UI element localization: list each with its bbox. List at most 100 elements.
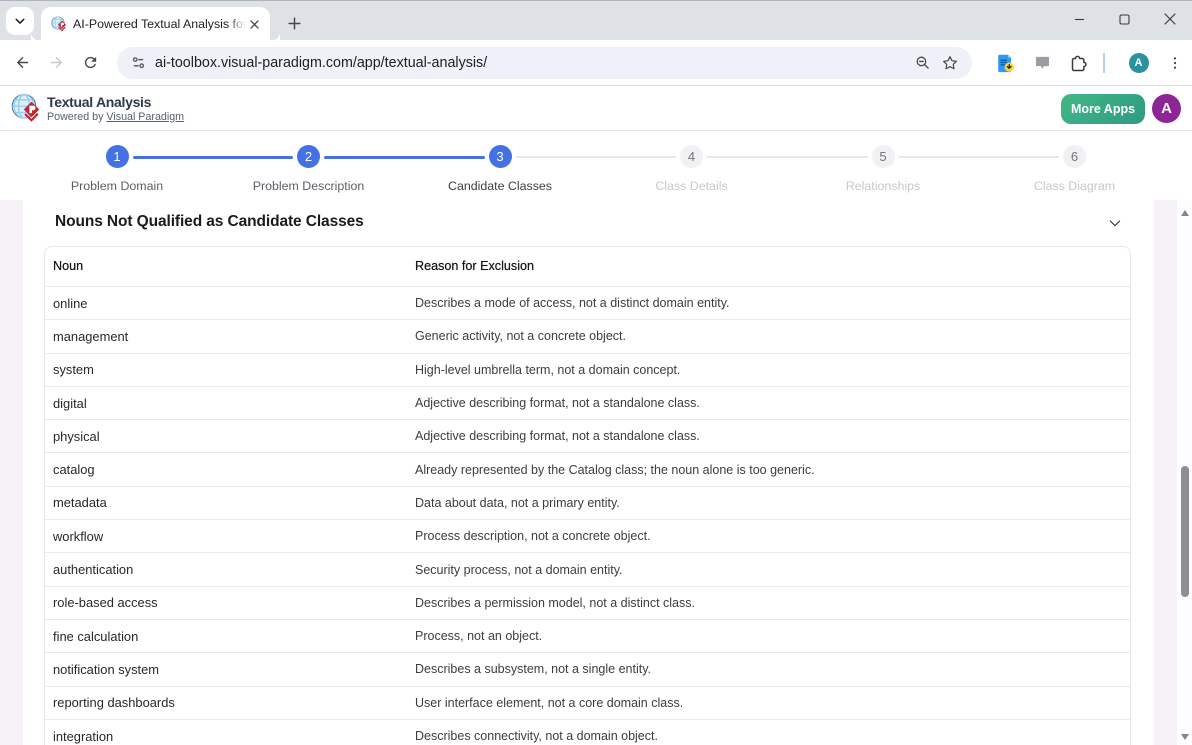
- tab-title: AI-Powered Textual Analysis for: [73, 17, 246, 31]
- browser-tab-strip: AI-Powered Textual Analysis for: [0, 0, 1192, 40]
- close-window-icon: [1164, 13, 1176, 25]
- table-row: metadataData about data, not a primary e…: [44, 487, 1131, 520]
- scrollbar-up-arrow[interactable]: [1181, 210, 1189, 216]
- scrollbar-down-arrow[interactable]: [1181, 734, 1189, 740]
- wizard-stepper: 1Problem Domain2Problem Description3Cand…: [0, 131, 1192, 200]
- new-tab-button[interactable]: [280, 9, 308, 37]
- visual-paradigm-favicon: [51, 16, 67, 32]
- app-user-avatar[interactable]: A: [1152, 94, 1181, 123]
- step-label-1: Problem Domain: [71, 179, 163, 193]
- content-card: Nouns Not Qualified as Candidate Classes…: [23, 200, 1154, 745]
- page-content: Nouns Not Qualified as Candidate Classes…: [0, 200, 1192, 745]
- extensions-puzzle-icon[interactable]: [1063, 48, 1093, 78]
- step-label-4: Class Details: [655, 179, 727, 193]
- noun-cell: authentication: [44, 553, 406, 586]
- app-title: Textual Analysis: [47, 94, 184, 110]
- tab-close-icon[interactable]: [246, 16, 262, 32]
- step-label-6: Class Diagram: [1034, 179, 1115, 193]
- table-header-row: Noun Reason for Exclusion: [44, 246, 1131, 287]
- reason-cell: Data about data, not a primary entity.: [406, 487, 1131, 520]
- noun-cell: metadata: [44, 487, 406, 520]
- section-collapse-chevron-icon[interactable]: [1108, 216, 1122, 230]
- table-row: managementGeneric activity, not a concre…: [44, 320, 1131, 353]
- column-header-reason: Reason for Exclusion: [406, 246, 1131, 287]
- noun-cell: system: [44, 354, 406, 387]
- reason-cell: Describes connectivity, not a domain obj…: [406, 720, 1131, 745]
- step-circle-4[interactable]: 4: [680, 145, 703, 168]
- back-button[interactable]: [5, 46, 39, 80]
- browser-menu-icon[interactable]: [1160, 48, 1190, 78]
- window-close-button[interactable]: [1147, 3, 1192, 35]
- reason-cell: Describes a mode of access, not a distin…: [406, 287, 1131, 320]
- star-icon: [941, 54, 959, 72]
- reason-cell: User interface element, not a core domai…: [406, 687, 1131, 720]
- address-bar[interactable]: ai-toolbox.visual-paradigm.com/app/textu…: [117, 47, 972, 79]
- site-info-icon[interactable]: [125, 50, 151, 76]
- step-circle-3[interactable]: 3: [489, 145, 512, 168]
- reason-cell: Adjective describing format, not a stand…: [406, 387, 1131, 420]
- vertical-scrollbar[interactable]: [1177, 200, 1192, 745]
- table-row: workflowProcess description, not a concr…: [44, 520, 1131, 553]
- noun-cell: catalog: [44, 453, 406, 486]
- back-arrow-icon: [14, 54, 31, 71]
- table-row: catalogAlready represented by the Catalo…: [44, 453, 1131, 486]
- reload-button[interactable]: [73, 46, 107, 80]
- speech-bubble-icon: [1034, 54, 1051, 71]
- browser-profile-avatar[interactable]: A: [1129, 53, 1149, 73]
- tab-search-button[interactable]: [6, 7, 34, 35]
- step-connector: [516, 156, 677, 158]
- window-minimize-button[interactable]: [1057, 3, 1102, 35]
- table-row: reporting dashboardsUser interface eleme…: [44, 687, 1131, 720]
- browser-tab[interactable]: AI-Powered Textual Analysis for: [41, 7, 270, 41]
- table-row: role-based accessDescribes a permission …: [44, 587, 1131, 620]
- bookmark-star-icon[interactable]: [936, 49, 964, 77]
- section-header[interactable]: Nouns Not Qualified as Candidate Classes: [23, 200, 1154, 246]
- visual-paradigm-logo: [11, 93, 41, 123]
- table-row: digitalAdjective describing format, not …: [44, 387, 1131, 420]
- column-header-noun: Noun: [44, 246, 406, 287]
- tune-icon: [130, 54, 147, 71]
- step-circle-1[interactable]: 1: [106, 145, 129, 168]
- reason-cell: Process description, not a concrete obje…: [406, 520, 1131, 553]
- scrollbar-thumb[interactable]: [1181, 466, 1189, 597]
- step-circle-2[interactable]: 2: [297, 145, 320, 168]
- table-row: systemHigh-level umbrella term, not a do…: [44, 354, 1131, 387]
- step-label-5: Relationships: [846, 179, 920, 193]
- step-circle-5[interactable]: 5: [872, 145, 895, 168]
- reason-cell: Already represented by the Catalog class…: [406, 453, 1131, 486]
- plus-icon: [286, 15, 303, 32]
- zoom-magnifier-icon: [914, 54, 931, 71]
- step-connector: [133, 156, 294, 159]
- noun-cell: digital: [44, 387, 406, 420]
- doc-download-extension-icon[interactable]: [991, 48, 1021, 78]
- step-circle-6[interactable]: 6: [1063, 145, 1086, 168]
- app-header: Textual Analysis Powered by Visual Parad…: [0, 86, 1192, 131]
- noun-cell: fine calculation: [44, 620, 406, 653]
- more-apps-button[interactable]: More Apps: [1061, 94, 1145, 124]
- comment-bubble-extension-icon[interactable]: [1027, 48, 1057, 78]
- step-connector: [324, 156, 485, 159]
- zoom-out-icon[interactable]: [908, 49, 936, 77]
- forward-button[interactable]: [39, 46, 73, 80]
- close-icon: [248, 18, 261, 31]
- visual-paradigm-link[interactable]: Visual Paradigm: [106, 111, 184, 123]
- noun-cell: physical: [44, 420, 406, 453]
- step-label-3: Candidate Classes: [448, 179, 552, 193]
- reason-cell: Describes a subsystem, not a single enti…: [406, 653, 1131, 686]
- noun-cell: integration: [44, 720, 406, 745]
- reason-cell: Describes a permission model, not a dist…: [406, 587, 1131, 620]
- puzzle-icon: [1068, 53, 1088, 73]
- window-maximize-button[interactable]: [1102, 3, 1147, 35]
- chevron-down-icon: [13, 14, 27, 28]
- noun-cell: workflow: [44, 520, 406, 553]
- reason-cell: Security process, not a domain entity.: [406, 553, 1131, 586]
- window-controls: [1057, 3, 1192, 35]
- table-row: fine calculationProcess, not an object.: [44, 620, 1131, 653]
- maximize-icon: [1119, 14, 1130, 25]
- toolbar-extensions-area: A: [988, 48, 1190, 78]
- noun-cell: management: [44, 320, 406, 353]
- section-title: Nouns Not Qualified as Candidate Classes: [55, 213, 364, 231]
- url-text[interactable]: ai-toolbox.visual-paradigm.com/app/textu…: [155, 55, 908, 71]
- table-row: physicalAdjective describing format, not…: [44, 420, 1131, 453]
- reload-icon: [82, 54, 99, 71]
